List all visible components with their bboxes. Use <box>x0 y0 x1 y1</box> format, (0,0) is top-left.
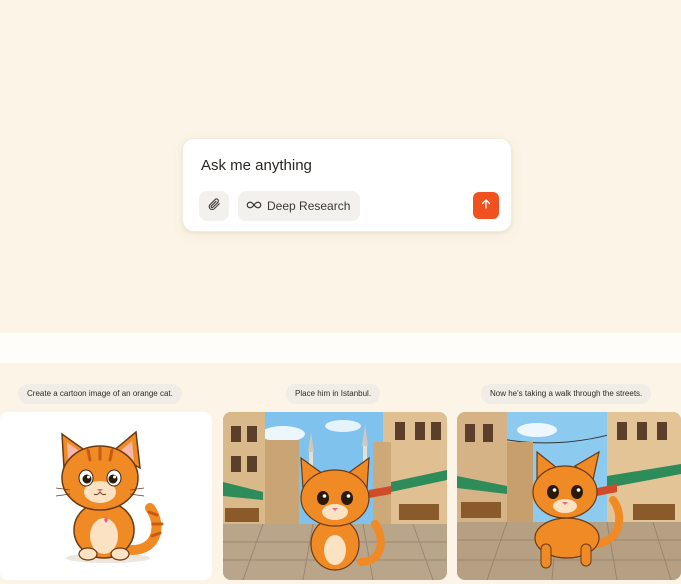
prompt-pill-3: Now he's taking a walk through the stree… <box>481 384 652 404</box>
generated-image-walking <box>457 412 681 580</box>
paperclip-icon <box>207 197 221 216</box>
street-walk-scene <box>457 412 681 580</box>
send-button[interactable] <box>473 192 499 219</box>
prompt-pill-2: Place him in Istanbul. <box>286 384 381 404</box>
attach-button[interactable] <box>199 191 229 221</box>
deep-research-button[interactable]: Deep Research <box>238 191 361 221</box>
chat-input[interactable] <box>201 153 491 177</box>
prompt-pill-1: Create a cartoon image of an orange cat. <box>18 384 182 404</box>
chat-composer: Deep Research <box>182 138 512 232</box>
infinity-icon <box>246 199 262 213</box>
generated-image-istanbul <box>223 412 447 580</box>
deep-research-label: Deep Research <box>267 199 351 213</box>
istanbul-scene <box>223 412 447 580</box>
arrow-up-icon <box>480 197 492 215</box>
cat-illustration <box>55 430 164 563</box>
section-divider <box>0 333 681 363</box>
generated-image-cat <box>0 412 212 580</box>
